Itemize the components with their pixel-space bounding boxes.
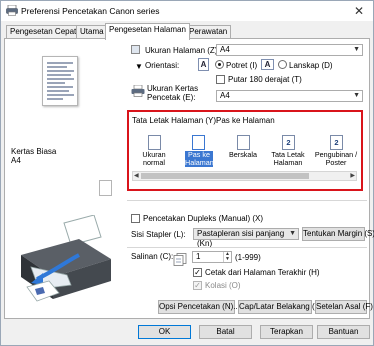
chevron-down-icon: ▼ — [353, 92, 360, 99]
copies-stepper[interactable]: 1 ▲ ▼ — [192, 251, 232, 263]
collate-label: Kolasi (O) — [205, 281, 241, 290]
help-button[interactable]: Bantuan — [317, 325, 370, 339]
scroll-left-icon[interactable]: ◀ — [134, 172, 139, 180]
printer-paper-icon — [131, 85, 145, 97]
printer-paper-label-1: Ukuran Kertas — [147, 84, 199, 93]
page-setup-panel: Kertas Biasa A4 Ukuran Halaman (Z): A4 ▼… — [4, 38, 374, 319]
media-size-label: A4 — [11, 156, 21, 165]
stapler-side-label: Sisi Stapler (L): — [131, 230, 186, 239]
normal-size-icon — [148, 135, 161, 150]
orientation-arrow-icon: ▼ — [135, 62, 143, 71]
collate-checkbox[interactable]: ✓ — [193, 281, 202, 290]
stepper-arrows-icon[interactable]: ▲ ▼ — [223, 252, 231, 262]
reverse-order-label: Cetak dari Halaman Terakhir (H) — [205, 268, 320, 277]
page-size-label: Ukuran Halaman (Z): — [145, 46, 220, 55]
tab-quick-setup[interactable]: Pengesetan Cepat — [6, 25, 81, 39]
layout-item-label: Ukuran normal — [142, 150, 166, 167]
paper-thumbnail-icon — [99, 180, 112, 196]
duplex-checkbox[interactable] — [131, 214, 140, 223]
printer-paper-size-select[interactable]: A4 ▼ — [216, 90, 363, 102]
stamp-background-button[interactable]: Cap/Latar Belakang (B)... — [238, 300, 329, 314]
printing-preferences-window: Preferensi Pencetakan Canon series ✕ Pen… — [0, 0, 374, 346]
printer-paper-size-value: A4 — [220, 91, 230, 100]
portrait-label: Potret (I) — [226, 61, 258, 70]
close-icon[interactable]: ✕ — [351, 3, 367, 19]
fit-to-page-icon — [192, 135, 205, 150]
media-type-label: Kertas Biasa — [11, 147, 57, 156]
printer-illustration-icon — [21, 215, 111, 302]
copies-range: (1-999) — [235, 253, 261, 262]
tiling-poster-icon: 2 — [330, 135, 343, 150]
page-layout-icon: 2 — [282, 135, 295, 150]
print-options-button[interactable]: Opsi Pencetakan (N)... — [158, 300, 240, 314]
rotate-180-label: Putar 180 derajat (T) — [228, 75, 302, 84]
divider — [127, 200, 367, 201]
printer-paper-label-2: Pencetak (E): — [147, 93, 196, 102]
duplex-label: Pencetakan Dupleks (Manual) (X) — [143, 214, 264, 223]
layout-item-label: Berskala — [229, 150, 257, 159]
page-size-select[interactable]: A4 ▼ — [216, 44, 363, 56]
ok-button[interactable]: OK — [138, 325, 191, 339]
title-bar: Preferensi Pencetakan Canon series ✕ — [1, 1, 373, 21]
stapler-side-value: Pastapleran sisi panjang (Kn) — [197, 229, 285, 248]
page-layout-group: Tata Letak Halaman (Y): Pas ke Halaman U… — [127, 110, 363, 191]
layout-item-scaled[interactable]: Berskala — [221, 134, 265, 170]
tab-page-setup[interactable]: Pengesetan Halaman — [105, 23, 190, 40]
portrait-radio[interactable] — [215, 60, 224, 69]
apply-button[interactable]: Terapkan — [260, 325, 313, 339]
scrollbar-thumb[interactable] — [141, 173, 309, 179]
layout-item-normal[interactable]: Ukuran normal — [132, 134, 176, 170]
tab-maintenance[interactable]: Perawatan — [185, 25, 232, 39]
layout-item-label: Pengubinan / Poster — [314, 150, 358, 167]
layout-item-tiling-poster[interactable]: 2 Pengubinan / Poster — [312, 134, 360, 170]
copies-value: 1 — [196, 252, 201, 261]
layout-item-page-layout[interactable]: 2 Tata Letak Halaman — [266, 134, 310, 170]
copies-icon — [173, 253, 187, 266]
divider — [127, 247, 367, 248]
layout-item-label: Tata Letak Halaman — [271, 150, 305, 167]
layout-horizontal-scrollbar[interactable]: ◀ ▶ — [132, 171, 357, 181]
orientation-label: Orientasi: — [145, 61, 180, 70]
landscape-label: Lanskap (D) — [289, 61, 333, 70]
printer-app-icon — [6, 5, 18, 16]
tab-main[interactable]: Utama — [76, 25, 108, 39]
page-layout-selected-name: Pas ke Halaman — [216, 116, 275, 125]
layout-item-label: Pas ke Halaman — [185, 150, 214, 167]
chevron-down-icon: ▼ — [289, 230, 296, 237]
page-size-value: A4 — [220, 45, 230, 54]
rotate-180-checkbox[interactable] — [216, 75, 225, 84]
landscape-radio[interactable] — [278, 60, 287, 69]
page-preview — [42, 56, 78, 106]
scaled-icon — [237, 135, 250, 150]
chevron-down-icon: ▼ — [353, 46, 360, 53]
window-title: Preferensi Pencetakan Canon series — [21, 6, 160, 16]
reverse-order-checkbox[interactable]: ✓ — [193, 268, 202, 277]
cancel-button[interactable]: Batal — [199, 325, 252, 339]
page-layout-label: Tata Letak Halaman (Y): — [132, 116, 219, 125]
copies-label: Salinan (C): — [131, 252, 174, 261]
page-size-icon — [131, 45, 140, 54]
stapler-side-select[interactable]: Pastapleran sisi panjang (Kn) ▼ — [193, 228, 299, 248]
defaults-button[interactable]: Setelan Asal (F) — [315, 300, 373, 314]
tab-strip: Pengesetan Cepat Utama Pengesetan Halama… — [4, 23, 370, 40]
scroll-right-icon[interactable]: ▶ — [350, 172, 355, 180]
specify-margin-button[interactable]: Tentukan Margin (S)... — [302, 227, 374, 241]
layout-item-fit-to-page[interactable]: Pas ke Halaman — [176, 134, 220, 170]
landscape-icon: A — [261, 59, 274, 70]
portrait-icon: A — [198, 58, 209, 71]
